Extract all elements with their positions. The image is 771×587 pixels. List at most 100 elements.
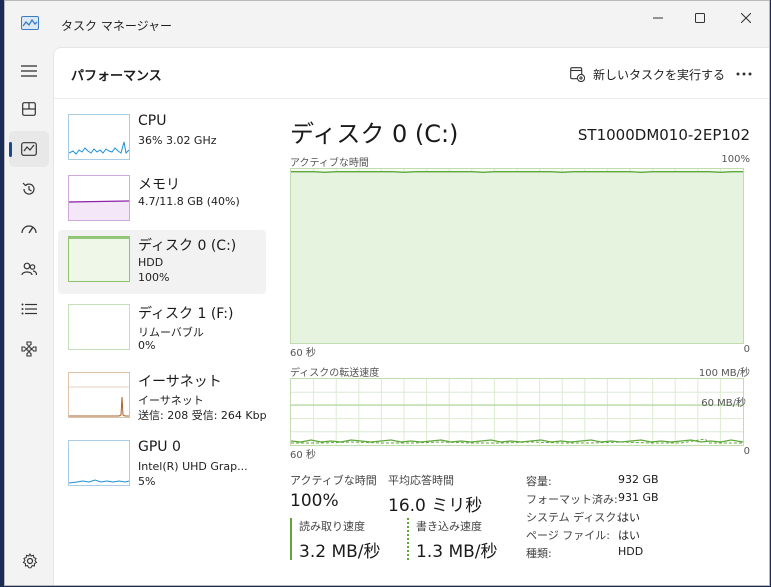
maximize-button[interactable] — [677, 1, 723, 35]
startup-icon — [21, 225, 37, 234]
stat-read-speed: 読み取り速度 3.2 MB/秒 — [299, 518, 381, 562]
nav-app-history[interactable] — [9, 171, 49, 207]
disk-detail-view: ディスク 0 (C:) ST1000DM010-2EP102 アクティブな時間 … — [290, 108, 750, 578]
nav-active-indicator — [9, 142, 12, 157]
device-name: イーサネット — [138, 374, 222, 390]
settings-button[interactable] — [17, 548, 43, 574]
device-usage: 5% — [138, 475, 156, 488]
disk-0-thumbnail-graph — [68, 236, 130, 282]
active-time-line — [291, 171, 743, 173]
title-bar[interactable]: タスク マネージャー — [5, 1, 769, 47]
gpu-thumbnail-graph — [68, 440, 130, 486]
device-name: ディスク 0 (C:) — [138, 238, 237, 254]
adapter-name: イーサネット — [138, 394, 204, 407]
minimize-icon — [653, 17, 663, 19]
active-time-graph-max: 100% — [721, 154, 750, 165]
transfer-rate-graph-max: 100 MB/秒 — [698, 368, 750, 379]
device-type: リムーバブル — [138, 326, 204, 339]
device-type: HDD — [138, 256, 164, 269]
prop-page-file-value: はい — [618, 529, 640, 542]
transfer-rate-grid — [291, 379, 743, 445]
write-speed-legend-bar — [407, 518, 409, 560]
prop-capacity-label: 容量: — [526, 475, 552, 488]
device-item-memory[interactable]: メモリ 4.7/11.8 GB (40%) — [58, 169, 266, 233]
device-item-disk-1[interactable]: ディスク 1 (F:) リムーバブル 0% — [58, 298, 266, 362]
transfer-rate-graph-label: ディスクの転送速度 — [290, 368, 380, 379]
hamburger-icon — [21, 65, 37, 77]
task-manager-app-icon — [21, 16, 39, 30]
device-usage: 100% — [138, 271, 170, 284]
transfer-rate-reference-label: 60 MB/秒 — [701, 398, 746, 409]
stat-write-speed-value: 1.3 MB/秒 — [416, 542, 498, 562]
services-icon — [21, 341, 37, 357]
transfer-rate-graph-canvas — [291, 379, 743, 445]
stat-response-time: 平均応答時間 16.0 ミリ秒 — [388, 472, 482, 516]
stat-response-time-value: 16.0 ミリ秒 — [388, 496, 483, 516]
app-history-icon — [22, 182, 35, 195]
stat-response-time-label: 平均応答時間 — [388, 474, 454, 487]
nav-processes[interactable] — [9, 91, 49, 127]
transfer-rate-graph — [290, 378, 744, 446]
device-name: GPU 0 — [138, 439, 181, 455]
device-item-ethernet[interactable]: イーサネット イーサネット 送信: 208 受信: 264 Kbp — [58, 366, 267, 430]
settings-icon — [22, 553, 38, 569]
prop-type-value: HDD — [618, 545, 644, 558]
prop-type-label: 種類: — [526, 547, 552, 560]
device-name: メモリ — [138, 177, 180, 193]
nav-menu-button[interactable] — [9, 53, 49, 89]
active-time-graph-label: アクティブな時間 — [290, 158, 369, 169]
new-task-icon — [570, 66, 585, 82]
transfer-rate-graph-timespan: 60 秒 — [290, 450, 316, 461]
device-name: ディスク 1 (F:) — [138, 306, 234, 322]
active-time-graph-canvas — [291, 169, 743, 343]
maximize-icon — [695, 13, 705, 23]
nav-details[interactable] — [9, 291, 49, 327]
nav-performance[interactable] — [9, 131, 49, 167]
prop-system-disk-label: システム ディスク: — [526, 511, 621, 524]
stat-read-speed-value: 3.2 MB/秒 — [299, 542, 381, 562]
cpu-thumbnail-graph — [68, 114, 130, 160]
stat-active-time: アクティブな時間 100% — [290, 472, 377, 511]
run-new-task-button[interactable]: 新しいタスクを実行する — [570, 63, 725, 85]
stat-write-speed: 書き込み速度 1.3 MB/秒 — [416, 518, 498, 562]
detail-title: ディスク 0 (C:) — [290, 120, 459, 148]
active-time-graph-min: 0 — [743, 344, 750, 355]
stat-read-speed-label: 読み取り速度 — [299, 520, 365, 533]
window-title: タスク マネージャー — [61, 19, 172, 33]
performance-icon — [21, 142, 37, 156]
device-item-cpu[interactable]: CPU 36% 3.02 GHz — [58, 108, 266, 172]
minimize-button[interactable] — [635, 1, 681, 35]
ethernet-thumbnail-graph — [68, 372, 130, 418]
gpu-model: Intel(R) UHD Grap... — [138, 460, 248, 473]
content-panel: パフォーマンス 新しいタスクを実行する CPU 36% 3.02 GHz メモリ… — [53, 47, 769, 585]
device-item-disk-0[interactable]: ディスク 0 (C:) HDD 100% — [58, 230, 266, 294]
stat-active-time-value: 100% — [290, 491, 339, 511]
device-name: CPU — [138, 113, 167, 129]
run-new-task-label: 新しいタスクを実行する — [593, 67, 726, 82]
prop-formatted-value: 931 GB — [618, 491, 659, 504]
close-button[interactable] — [723, 1, 769, 35]
prop-formatted-label: フォーマット済み: — [526, 493, 618, 506]
task-manager-window: タスク マネージャー パフォーマンス 新しいタスクを実行する CPU 36% 3… — [4, 0, 770, 586]
nav-startup[interactable] — [9, 211, 49, 247]
navigation-rail — [5, 47, 53, 585]
device-item-gpu-0[interactable]: GPU 0 Intel(R) UHD Grap... 5% — [58, 434, 266, 498]
page-title: パフォーマンス — [71, 69, 162, 84]
memory-thumbnail-graph — [68, 175, 130, 221]
details-icon — [21, 303, 37, 315]
stat-active-time-label: アクティブな時間 — [290, 474, 377, 487]
nav-users[interactable] — [9, 251, 49, 287]
nav-services[interactable] — [9, 331, 49, 367]
more-options-icon — [736, 72, 752, 76]
device-usage: 0% — [138, 339, 156, 352]
active-time-graph — [290, 168, 744, 344]
transfer-rate-graph-min: 0 — [743, 446, 750, 457]
disk-1-thumbnail-graph — [68, 304, 130, 350]
active-time-area — [291, 171, 743, 343]
prop-page-file-label: ページ ファイル: — [526, 529, 610, 542]
network-throughput: 送信: 208 受信: 264 Kbp — [138, 409, 267, 422]
more-options-button[interactable] — [730, 62, 758, 86]
disk-model: ST1000DM010-2EP102 — [577, 126, 750, 144]
page-header: パフォーマンス 新しいタスクを実行する — [54, 48, 769, 99]
device-usage: 36% 3.02 GHz — [138, 134, 217, 147]
